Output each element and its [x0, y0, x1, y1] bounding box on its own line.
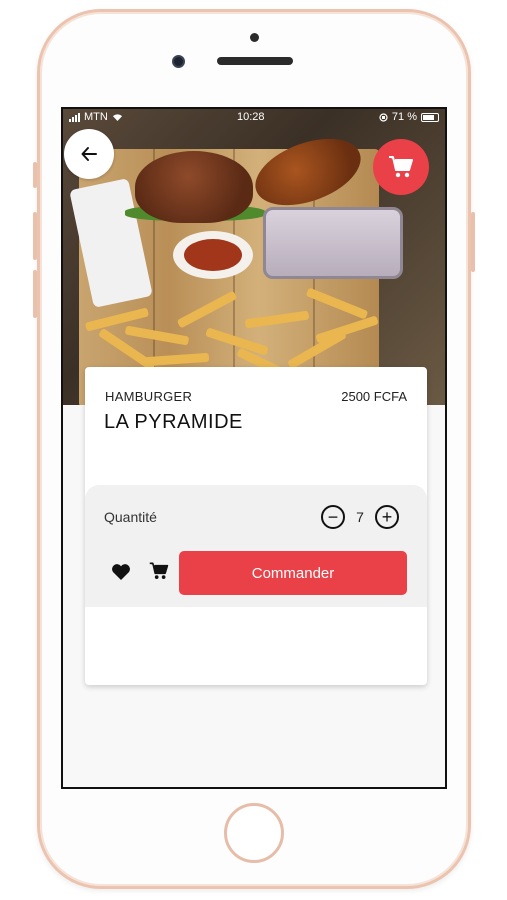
- wifi-icon: [112, 113, 122, 121]
- product-price: 2500 FCFA: [341, 389, 407, 404]
- heart-icon: [112, 564, 130, 580]
- clock: 10:28: [237, 111, 265, 123]
- proximity-sensor: [250, 33, 259, 42]
- status-bar: MTN 10:28 71 %: [63, 109, 445, 127]
- cart-button[interactable]: [373, 139, 429, 195]
- power-button: [471, 212, 475, 272]
- volume-up-button: [33, 212, 37, 260]
- favorite-button[interactable]: [111, 563, 131, 586]
- carrier-name: MTN: [84, 111, 108, 123]
- battery-percent: 71 %: [391, 111, 417, 123]
- back-button[interactable]: [64, 129, 114, 179]
- drink-container: [263, 207, 403, 279]
- battery-icon: [421, 112, 439, 122]
- order-button[interactable]: Commander: [179, 551, 407, 595]
- product-name: LA PYRAMIDE: [104, 411, 243, 433]
- orientation-lock-icon: [379, 112, 388, 122]
- volume-down-button: [33, 270, 37, 318]
- mute-switch: [33, 162, 37, 188]
- front-camera: [172, 55, 185, 68]
- increment-button[interactable]: +: [375, 505, 399, 529]
- quantity-stepper: − 7 +: [321, 505, 399, 529]
- cart-icon: [389, 156, 413, 178]
- cart-icon: [149, 562, 169, 579]
- home-button[interactable]: [224, 803, 284, 863]
- earpiece-speaker: [217, 57, 293, 65]
- arrow-left-icon: [81, 147, 97, 161]
- minus-icon: −: [327, 507, 339, 527]
- add-to-cart-button[interactable]: [149, 561, 169, 586]
- order-panel: Quantité − 7 + Commander: [85, 485, 427, 607]
- plus-icon: +: [381, 507, 393, 527]
- product-card: HAMBURGER 2500 FCFA LA PYRAMIDE Quantité…: [85, 367, 427, 685]
- product-category: HAMBURGER: [105, 389, 193, 404]
- decrement-button[interactable]: −: [321, 505, 345, 529]
- quantity-value: 7: [356, 509, 364, 525]
- sauce: [184, 239, 242, 271]
- app-screen: MTN 10:28 71 % HAMBURGER 2500 FCFA LA PY…: [61, 107, 447, 789]
- signal-icon: [69, 112, 80, 122]
- quantity-label: Quantité: [104, 509, 157, 525]
- burger-bun: [135, 151, 253, 223]
